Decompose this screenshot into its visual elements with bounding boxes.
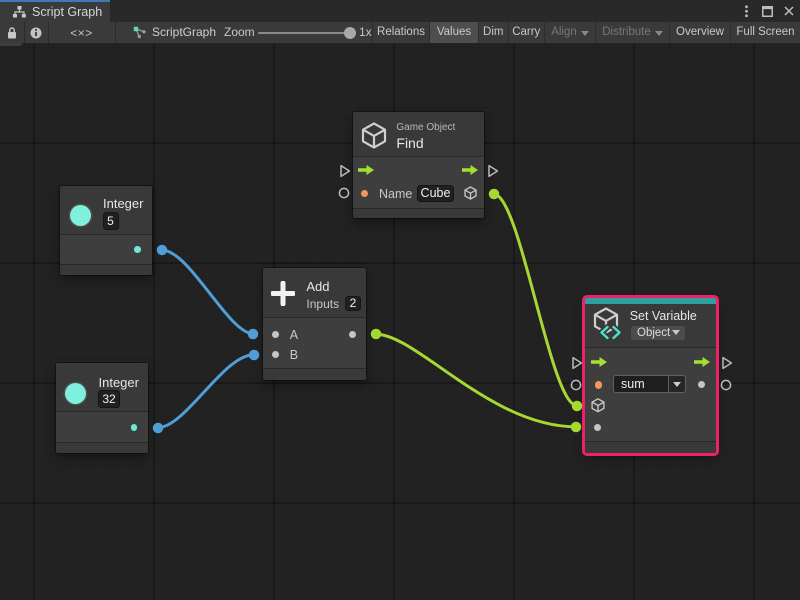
- tab-title: Script Graph: [32, 5, 102, 19]
- integer-output-dot-icon: [131, 424, 138, 431]
- graph-breadcrumb[interactable]: ScriptGraph: [152, 22, 216, 43]
- name-value-input[interactable]: Cube: [417, 185, 453, 202]
- maximize-icon[interactable]: [761, 5, 774, 18]
- control-input-arrow-icon: [358, 165, 374, 175]
- node-integer-2[interactable]: Integer 32: [56, 363, 149, 453]
- value-input-dot-icon: [594, 424, 601, 431]
- control-output-arrow-icon: [462, 165, 478, 175]
- close-icon[interactable]: [782, 5, 795, 18]
- window-tab-bar: Script Graph: [0, 0, 800, 22]
- node-title: Integer: [99, 375, 139, 390]
- dim-button[interactable]: Dim: [478, 22, 508, 43]
- chevron-down-icon: [655, 31, 663, 36]
- node-title: Integer: [103, 196, 143, 211]
- lock-button[interactable]: [0, 22, 24, 43]
- node-set-variable[interactable]: Set Variable Object sum: [585, 298, 716, 453]
- string-input-dot-icon: [595, 381, 603, 389]
- plus-icon: [271, 281, 295, 306]
- string-input-dot-icon: [361, 190, 369, 198]
- gameobject-input-cube-icon: [591, 398, 605, 413]
- value-output-dot-icon: [698, 381, 705, 388]
- tab-script-graph[interactable]: Script Graph: [0, 0, 110, 22]
- zoom-value: 1x: [359, 22, 372, 43]
- node-subtitle: Game Object: [396, 122, 455, 133]
- code-preview-button[interactable]: <×>: [48, 22, 115, 43]
- distribute-button[interactable]: Distribute: [595, 22, 669, 43]
- code-brackets-icon: <×>: [70, 26, 93, 40]
- align-button[interactable]: Align: [544, 22, 595, 43]
- inputs-label: Inputs: [306, 297, 339, 311]
- full-screen-button[interactable]: Full Screen: [730, 22, 800, 43]
- lock-icon: [7, 27, 17, 39]
- zoom-slider-track[interactable]: [258, 32, 352, 34]
- chevron-down-icon: [673, 382, 681, 387]
- graph-hierarchy-icon: [13, 6, 26, 18]
- values-button[interactable]: Values: [429, 22, 478, 43]
- graph-node-icon: [133, 26, 147, 39]
- port-b-label: B: [290, 348, 298, 362]
- variable-name-dropdown-button[interactable]: [669, 375, 686, 393]
- node-find[interactable]: Game Object Find Name Cube: [353, 112, 484, 218]
- integer-value-input[interactable]: 5: [103, 212, 119, 230]
- node-title: Add: [306, 279, 329, 294]
- chevron-down-icon: [672, 330, 680, 335]
- visual-scripting-window: Script Graph: [0, 0, 800, 600]
- zoom-label: Zoom: [224, 22, 255, 43]
- chevron-down-icon: [581, 31, 589, 36]
- inspect-button[interactable]: [24, 22, 48, 43]
- variable-name-field[interactable]: sum: [613, 375, 669, 393]
- horizontal-scrollbar-thumb[interactable]: [0, 43, 22, 47]
- relations-button[interactable]: Relations: [372, 22, 429, 43]
- cube-icon: [361, 122, 387, 149]
- integer-value-input[interactable]: 32: [98, 390, 120, 409]
- integer-literal-icon: [65, 383, 86, 404]
- name-label: Name: [379, 187, 412, 201]
- node-add[interactable]: Add Inputs 2 A B: [263, 268, 366, 380]
- port-a-label: A: [290, 328, 298, 342]
- input-a-dot-icon: [272, 331, 279, 338]
- integer-literal-icon: [70, 205, 91, 226]
- overview-button[interactable]: Overview: [669, 22, 730, 43]
- info-icon: [30, 27, 42, 39]
- integer-output-dot-icon: [134, 246, 141, 253]
- node-title: Find: [396, 135, 423, 151]
- node-integer-1[interactable]: Integer 5: [60, 186, 152, 276]
- input-b-dot-icon: [272, 351, 279, 358]
- node-title: Set Variable: [630, 309, 697, 323]
- control-input-arrow-icon: [591, 357, 607, 367]
- window-controls: [740, 0, 800, 22]
- gameobject-output-cube-icon: [464, 186, 477, 200]
- inputs-count-input[interactable]: 2: [345, 296, 361, 312]
- variable-kind-dropdown[interactable]: Object: [630, 325, 686, 341]
- zoom-slider-handle[interactable]: [344, 27, 356, 39]
- cube-code-icon: [593, 307, 621, 341]
- kebab-menu-icon[interactable]: [740, 5, 753, 18]
- graph-toolbar: <×> ScriptGraph Zoom 1x Relations Values…: [0, 22, 800, 44]
- control-output-arrow-icon: [694, 357, 710, 367]
- output-sum-dot-icon: [349, 331, 356, 338]
- carry-button[interactable]: Carry: [508, 22, 545, 43]
